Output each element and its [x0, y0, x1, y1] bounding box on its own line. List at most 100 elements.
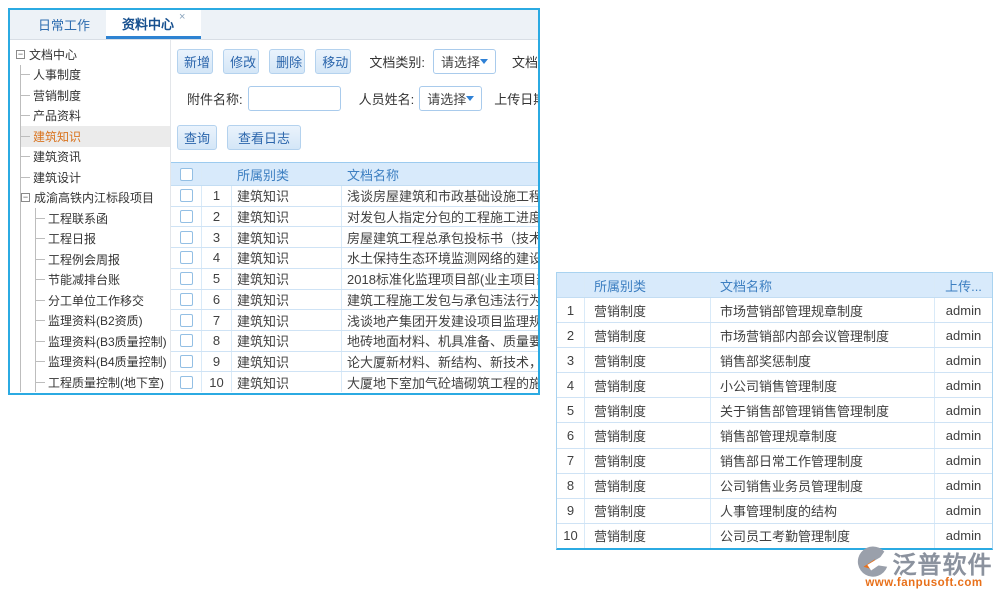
table-row[interactable]: 6 营销制度 销售部管理规章制度 admin [557, 423, 992, 448]
table-row[interactable]: 5 营销制度 关于销售部管理销售管理制度 admin [557, 398, 992, 423]
collapse-icon[interactable]: − [16, 50, 25, 59]
person-name-select[interactable]: 请选择 [419, 86, 482, 111]
row-checkbox[interactable] [180, 334, 193, 347]
tree-connector [36, 218, 45, 219]
tree-label: 分工单位工作移交 [48, 292, 144, 309]
close-icon[interactable]: × [179, 11, 185, 23]
tree-item-supervision-b3[interactable]: 监理资料(B3质量控制) [36, 331, 170, 352]
tree-label: 监理资料(B4质量控制) [48, 353, 167, 370]
table-row[interactable]: 8 营销制度 公司销售业务员管理制度 admin [557, 474, 992, 499]
tree-item-work-transfer[interactable]: 分工单位工作移交 [36, 290, 170, 311]
tree-label: 产品资料 [33, 107, 81, 124]
row-category: 营销制度 [585, 423, 711, 447]
collapse-icon[interactable]: − [21, 193, 30, 202]
row-checkbox[interactable] [180, 293, 193, 306]
row-doc-name: 2018标准化监理项目部(业主项目部)人员... [342, 269, 538, 288]
view-log-button[interactable]: 查看日志 [227, 125, 301, 150]
row-checkbox[interactable] [180, 251, 193, 264]
table-row[interactable]: 3 营销制度 销售部奖惩制度 admin [557, 348, 992, 373]
table-row[interactable]: 3 建筑知识 房屋建筑工程总承包投标书（技术标）... [171, 227, 538, 248]
table-row[interactable]: 9 建筑知识 论大厦新材料、新结构、新技术，新工... [171, 352, 538, 373]
document-tree: − 文档中心 人事制度 营销制度 产品资料 建筑知识 [10, 40, 171, 392]
tree-item-energy-ledger[interactable]: 节能减排台账 [36, 270, 170, 291]
row-category: 建筑知识 [232, 310, 342, 330]
select-all-checkbox[interactable] [180, 168, 193, 181]
row-seq: 3 [202, 227, 232, 247]
row-checkbox[interactable] [180, 231, 193, 244]
edit-button[interactable]: 修改 [223, 49, 259, 74]
tree-item-supervision-b4[interactable]: 监理资料(B4质量控制) [36, 352, 170, 373]
tree-item-hr-policy[interactable]: 人事制度 [21, 65, 170, 86]
table-row[interactable]: 2 营销制度 市场营销部内部会议管理制度 admin [557, 323, 992, 348]
row-checkbox[interactable] [180, 189, 193, 202]
tree-item-project-daily-report[interactable]: 工程日报 [36, 229, 170, 250]
row-checkbox[interactable] [180, 272, 193, 285]
table-row[interactable]: 4 建筑知识 水土保持生态环境监测网络的建设与资... [171, 248, 538, 269]
row-seq: 1 [202, 186, 232, 206]
row-checkbox[interactable] [180, 210, 193, 223]
table-row[interactable]: 4 营销制度 小公司销售管理制度 admin [557, 373, 992, 398]
doc-category-label: 文档类别: [369, 52, 425, 71]
delete-button[interactable]: 删除 [269, 49, 305, 74]
row-doc-name: 销售部管理规章制度 [711, 423, 935, 447]
tree-item-project-contact-letter[interactable]: 工程联系函 [36, 208, 170, 229]
row-doc-name: 公司销售业务员管理制度 [711, 474, 935, 498]
tree-connector [36, 300, 45, 301]
tree-connector [36, 238, 45, 239]
row-category: 建筑知识 [232, 248, 342, 268]
tree-item-construction-news[interactable]: 建筑资讯 [21, 147, 170, 168]
row-doc-name: 小公司销售管理制度 [711, 373, 935, 397]
tree-connector [36, 382, 45, 383]
row-category: 营销制度 [585, 298, 711, 322]
row-checkbox[interactable] [180, 355, 193, 368]
table-row[interactable]: 2 建筑知识 对发包人指定分包的工程施工进度安排... [171, 207, 538, 228]
doc-name-header: 文档名称 [342, 165, 538, 184]
tree-item-construction-knowledge[interactable]: 建筑知识 [21, 126, 170, 147]
tree-label: 工程日报 [48, 230, 96, 247]
tree-label: 营销制度 [33, 87, 81, 104]
doc-category-select[interactable]: 请选择 [433, 49, 496, 74]
row-uploader: admin [935, 478, 992, 493]
query-button[interactable]: 查询 [177, 125, 217, 150]
tree-connector [21, 95, 30, 96]
table-row[interactable]: 10 建筑知识 大厦地下室加气砼墙砌筑工程的施工方... [171, 372, 538, 392]
tree-item-product-data[interactable]: 产品资料 [21, 106, 170, 127]
tree-item-marketing-policy[interactable]: 营销制度 [21, 85, 170, 106]
tree-label: 工程例会周报 [48, 251, 120, 268]
row-doc-name: 市场营销部内部会议管理制度 [711, 323, 935, 347]
tree-node-project[interactable]: − 成渝高铁内江标段项目 [21, 188, 170, 209]
select-value: 请选择 [441, 52, 480, 71]
attachment-name-input[interactable] [248, 86, 341, 111]
row-seq: 1 [557, 298, 585, 322]
tree-item-construction-design[interactable]: 建筑设计 [21, 167, 170, 188]
logo-text: 泛普软件 [893, 545, 993, 580]
tree-item-supervision-b2[interactable]: 监理资料(B2资质) [36, 311, 170, 332]
table-row[interactable]: 6 建筑知识 建筑工程施工发包与承包违法行为认定... [171, 290, 538, 311]
row-uploader: admin [935, 528, 992, 543]
row-seq: 9 [202, 352, 232, 372]
row-checkbox[interactable] [180, 314, 193, 327]
row-category: 营销制度 [585, 348, 711, 372]
tree-label: 人事制度 [33, 66, 81, 83]
table-row[interactable]: 9 营销制度 人事管理制度的结构 admin [557, 499, 992, 524]
table-row[interactable]: 5 建筑知识 2018标准化监理项目部(业主项目部)人员... [171, 269, 538, 290]
tree-connector [21, 156, 30, 157]
tree-item-quality-basement[interactable]: 工程质量控制(地下室) [36, 372, 170, 392]
tab-daily-work[interactable]: 日常工作 [22, 10, 106, 39]
row-category: 营销制度 [585, 474, 711, 498]
table-row[interactable]: 1 建筑知识 浅谈房屋建筑和市政基础设施工程施工... [171, 186, 538, 207]
row-doc-name: 市场营销部管理规章制度 [711, 298, 935, 322]
table-row[interactable]: 1 营销制度 市场营销部管理规章制度 admin [557, 298, 992, 323]
tree-item-project-weekly-meeting[interactable]: 工程例会周报 [36, 249, 170, 270]
attachment-name-label: 附件名称: [187, 89, 243, 108]
table-row[interactable]: 8 建筑知识 地砖地面材料、机具准备、质量要求及... [171, 331, 538, 352]
tab-data-center[interactable]: 资料中心 × [106, 10, 201, 39]
tree-connector [36, 279, 45, 280]
row-checkbox[interactable] [180, 376, 193, 389]
move-button[interactable]: 移动 [315, 49, 351, 74]
tree-node-document-center[interactable]: − 文档中心 [16, 44, 170, 65]
documents-table: 所属别类 文档名称 1 建筑知识 浅谈房屋建筑和市政基础设施工程施工... 2 … [171, 162, 538, 392]
add-button[interactable]: 新增 [177, 49, 213, 74]
table-row[interactable]: 7 营销制度 销售部日常工作管理制度 admin [557, 449, 992, 474]
table-row[interactable]: 7 建筑知识 浅谈地产集团开发建设项目监理规划编... [171, 310, 538, 331]
